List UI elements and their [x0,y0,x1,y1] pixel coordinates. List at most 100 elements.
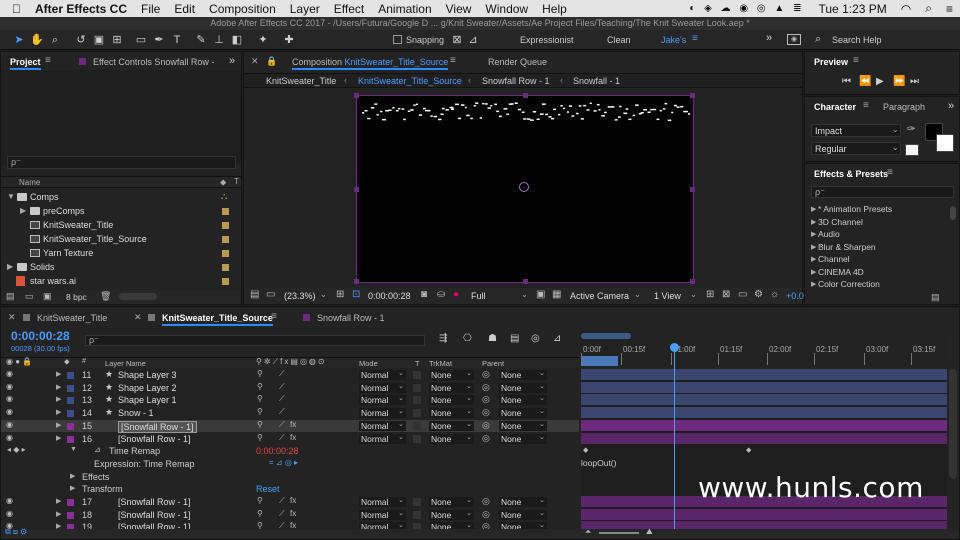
layer-label-swatch[interactable] [67,397,74,405]
layer-label-swatch[interactable] [67,422,74,430]
lock-icon[interactable]: 🔒 [266,56,277,67]
menu-composition[interactable]: Composition [202,2,283,16]
eyedropper-icon[interactable]: ✑ [907,124,915,135]
pickwhip-icon[interactable]: ◎ [482,407,490,418]
handle-br[interactable] [690,279,695,284]
layer-duration-bar[interactable] [581,432,947,445]
shy-switch-icon[interactable]: ⚲ [257,394,263,403]
mode-dropdown[interactable]: Normal ⌄ [359,497,406,507]
graph-icon[interactable]: ⊿ [94,445,101,454]
trkmat-dropdown[interactable]: None ⌄ [429,408,474,419]
keyframe-icon[interactable]: ◆ [746,446,751,454]
expand-arrow-icon[interactable]: ▶ [56,510,61,518]
menu-window[interactable]: Window [478,2,535,16]
keyframe-icon[interactable]: ◆ [583,446,588,454]
preserve-transparency-box[interactable] [413,409,421,418]
expand-arrow-icon[interactable]: ▼ [7,192,15,201]
label-column-icon[interactable]: ⬥ [64,357,70,367]
list-item[interactable]: ▶ Solids [1,261,241,275]
handle-tr[interactable] [690,93,695,98]
shy-switch-icon[interactable]: ⚲ [257,369,263,378]
label-column-icon[interactable]: ⬥ [220,177,226,188]
trkmat-dropdown[interactable]: None ⌄ [429,509,474,520]
rotate-tool-icon[interactable]: ↺ [74,33,88,47]
close-tab-icon[interactable]: ✕ [251,56,259,67]
expand-arrow-icon[interactable]: ▶ [56,421,61,429]
layer-duration-bar[interactable] [581,394,947,407]
handle-tl[interactable] [354,93,359,98]
project-search-field[interactable]: ρ⁻ [7,156,236,169]
layer-duration-bar[interactable] [581,508,947,521]
property-row[interactable]: ◂ ◆ ▸ ▼ ⊿ 0:00:00:28 Time Remap [1,445,579,458]
playhead-handle[interactable] [670,343,679,352]
mode-dropdown[interactable]: Normal ⌄ [359,420,406,431]
font-family-dropdown[interactable]: Impact ⌄ [811,124,901,137]
status-icons[interactable]: ◐ ◈ ☁ ◉ ◎ ▲ ≣ [682,3,811,14]
trkmat-dropdown[interactable]: None ⌄ [429,420,474,431]
layer-label-swatch[interactable] [67,384,74,392]
quality-switch-icon[interactable]: ⟋ [279,509,285,519]
safe-zones-icon[interactable]: ⊞ [336,289,344,300]
clone-tool-icon[interactable]: ⊥ [212,33,226,47]
preserve-transparency-box[interactable] [413,498,421,506]
menu-layer[interactable]: Layer [283,2,327,16]
trkmat-dropdown[interactable]: None ⌄ [429,382,474,393]
pen-tool-icon[interactable]: ✒ [152,33,166,47]
property-row[interactable]: ▶ Effects [1,471,579,484]
comp-mini-flowchart-icon[interactable]: ⇶ [439,333,447,344]
apple-menu-icon[interactable]:  [0,2,28,16]
channel-icon[interactable]: ● [453,289,459,300]
interpret-footage-icon[interactable]: ▤ [6,291,15,302]
layer-search-input[interactable]: ρ⁻ [85,335,425,346]
layer-label-swatch[interactable] [67,372,74,379]
workspace-expressionist[interactable]: Expressionist [520,35,574,45]
composition-menu-icon[interactable]: ≡ [450,55,456,66]
visibility-eye-icon[interactable]: ◉ [6,369,13,378]
list-item[interactable]: ▶ Color Correction [805,279,951,291]
snapping-checkbox[interactable] [393,35,402,44]
trash-icon[interactable]: 🗑 [100,291,111,302]
trkmat-dropdown[interactable]: None ⌄ [429,497,474,507]
help-search-icon[interactable]: ⌕ [815,33,821,46]
menu-help[interactable]: Help [535,2,574,16]
region-icon[interactable]: ▣ [536,289,545,300]
property-row[interactable]: = ⊿ ◎ ▸ Expression: Time Remap [1,458,579,471]
new-comp-icon[interactable]: ▣ [43,291,52,302]
zoom-dropdown[interactable]: (23.3%) [284,291,316,301]
current-time[interactable]: 0:00:00:28 [368,291,411,301]
snap-options-icon[interactable]: ⊠ [450,33,464,47]
effects-search-input[interactable]: ρ⁻ [811,186,954,198]
layer-name[interactable]: Snow - 1 [118,408,154,418]
pickwhip-icon[interactable]: ◎ [482,509,490,520]
type-tool-icon[interactable]: T [170,33,184,47]
selection-tool-icon[interactable]: ➤ [12,33,26,47]
pickwhip-icon[interactable]: ◎ [482,433,490,444]
show-snapshot-icon[interactable]: ⛀ [437,289,445,300]
property-row[interactable]: ▶ Reset Transform [1,483,579,496]
search-icon[interactable]: ⌕ [918,1,939,16]
mode-dropdown[interactable]: Normal ⌄ [359,382,406,393]
list-item[interactable]: Yarn Texture [1,247,241,261]
clock[interactable]: Tue 1:23 PM [812,2,894,16]
tab-render-queue[interactable]: Render Queue [488,57,547,67]
zoom-in-icon[interactable]: ⛰ [646,527,653,537]
column-layer-name[interactable]: Layer Name [105,359,146,368]
breadcrumb-item[interactable]: KnitSweater_Title [266,76,336,86]
snapshot-icon[interactable]: ◙ [421,289,427,300]
transparency-grid-icon[interactable]: ▦ [552,289,561,300]
preserve-transparency-box[interactable] [413,421,421,430]
last-frame-icon[interactable]: ⏭ [910,76,919,87]
menu-view[interactable]: View [439,2,479,16]
layer-row[interactable]: ◉ ▶ 13 ★ Shape Layer 1 ⚲ ⟋ Normal ⌄ None ⌄ ◎ None ⌄ [1,394,579,407]
frame-blending-icon[interactable]: ▤ [510,333,519,344]
layer-row[interactable]: ◉ ▶ 16 [Snowfall Row - 1] ⚲ ⟋ fx Normal ⌄ None ⌄ ◎ N… [1,433,579,446]
list-item[interactable]: ▶ preComps [1,205,241,219]
hide-shy-icon[interactable]: ☗ [488,333,497,344]
mask-icon[interactable]: ⊡ [352,289,360,300]
comp-canvas[interactable] [354,93,695,284]
anchor-point-icon[interactable] [519,182,529,192]
toggle-pixel-icon[interactable]: ⊞ [706,289,714,300]
work-area-range[interactable] [581,356,618,366]
layer-name[interactable]: [Snowfall Row - 1] [118,434,191,444]
camera-dropdown[interactable]: Active Camera [570,291,629,301]
